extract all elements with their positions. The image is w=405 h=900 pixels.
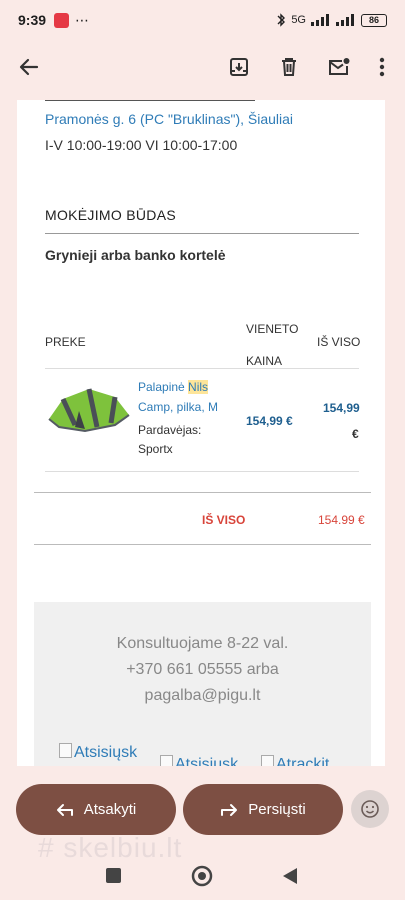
email-footer: Konsultuojame 8-22 val. +370 661 05555 a… [34,602,371,766]
unit-price-header-line1: VIENETO [246,322,299,336]
cut-off-heading [45,100,275,102]
reply-label: Atsakyti [83,801,137,818]
app-download-image-1[interactable]: Atsisiųsk [59,743,137,762]
bluetooth-icon [277,13,286,27]
clock: 9:39 [18,12,47,28]
product-name-link[interactable]: Palapinė Nils Camp, pilka, M [138,377,232,417]
search-highlight: Nils [188,380,209,394]
unit-price: 154,99 € [246,414,293,428]
payment-method: Grynieji arba banko kortelė [45,247,226,263]
signal-strength-icon-2 [336,14,354,26]
system-navigation-bar [0,852,405,900]
emoji-reaction-button[interactable] [351,790,389,828]
pickup-hours: I-V 10:00-19:00 VI 10:00-17:00 [45,137,238,153]
forward-button[interactable]: Persiųsti [183,784,343,835]
mail-unread-icon [329,58,350,75]
battery-icon: 86 [361,13,387,27]
line-total-currency: € [352,427,359,441]
seller-name: Sportx [138,442,173,456]
payment-section-title: MOKĖJIMO BŪDAS [45,207,176,223]
total-column-header: IŠ VISO [317,335,361,349]
network-type-label: 5G [291,14,306,26]
support-email-link[interactable]: pagalba@pigu.lt [34,687,371,705]
product-name-prefix: Palapinė [138,380,189,394]
forward-label: Persiųsti [248,801,306,818]
arrow-left-icon [19,58,39,76]
trash-icon [282,58,296,76]
more-options-button[interactable] [369,54,395,80]
tent-product-image[interactable] [45,385,131,435]
grand-total-value: 154.99 € [318,513,365,527]
product-seller: Pardavėjas: Sportx [138,421,232,459]
table-row-divider [45,471,359,472]
back-button[interactable] [16,54,42,80]
archive-icon [230,58,248,76]
delete-button[interactable] [276,54,302,80]
unit-price-header-line2: KAINA [246,354,283,368]
product-name-suffix: Camp, pilka, M [138,400,219,414]
home-button[interactable] [191,865,213,887]
support-hours: Konsultuojame 8-22 val. [116,635,289,652]
smiley-icon [361,800,379,818]
app-notification-icon [54,12,70,28]
archive-button[interactable] [226,54,252,80]
signal-strength-icon [311,14,329,26]
table-header-divider [45,368,359,369]
reply-button[interactable]: Atsakyti [16,784,176,835]
email-body: Pramonės g. 6 (PC "Bruklinas"), Šiauliai… [17,100,385,766]
reply-icon [56,803,73,816]
more-notifications-icon: ⋯ [75,11,90,28]
support-phone: +370 661 05555 arba [126,661,279,678]
app-download-image-2[interactable]: Atsisiųsk [160,755,238,766]
product-column-header: PREKE [45,335,86,349]
total-bottom-divider [34,544,371,545]
app-download-image-3[interactable]: Atrackit [261,755,329,766]
notification-icons: ⋯ [54,12,89,29]
grand-total-label: IŠ VISO [202,513,246,527]
back-nav-button[interactable] [282,867,298,885]
status-bar: 9:39 ⋯ 5G 86 [0,0,405,40]
unit-price-column-header: VIENETO KAINA [246,317,298,374]
system-indicators: 5G 86 [276,13,387,27]
section-divider [45,233,359,234]
recent-apps-button[interactable] [106,868,121,883]
more-vertical-icon [379,57,385,77]
forward-icon [221,803,238,816]
email-toolbar [0,40,405,96]
seller-label: Pardavėjas: [138,423,202,437]
line-total-number: 154,99 [323,401,360,415]
mark-unread-button[interactable] [326,54,352,80]
total-top-divider [34,492,371,493]
pickup-address-link[interactable]: Pramonės g. 6 (PC "Bruklinas"), Šiauliai [45,111,293,127]
